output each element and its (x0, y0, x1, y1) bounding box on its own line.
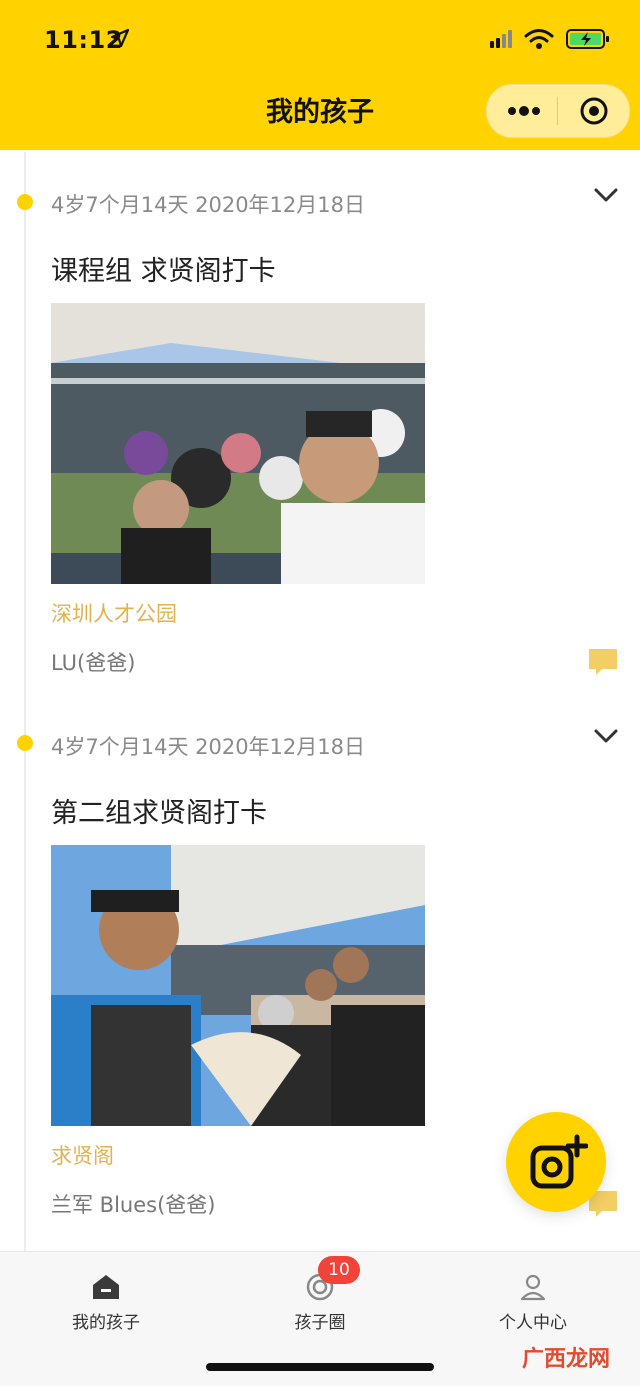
entry-author: LU(爸爸) (51, 651, 136, 675)
entry-location[interactable]: 求贤阁 (51, 1140, 114, 1170)
comment-icon[interactable] (588, 647, 618, 677)
group-photo-image (51, 303, 425, 584)
add-camera-icon (530, 1134, 588, 1189)
tab-child-circle[interactable]: 孩子圈 (240, 1272, 400, 1333)
timeline-line (24, 152, 26, 1252)
miniprogram-capsule (486, 84, 630, 138)
tab-label: 个人中心 (499, 1313, 567, 1333)
entry-photo[interactable] (51, 303, 425, 584)
location-arrow-icon (110, 28, 130, 48)
timeline-dot (17, 735, 33, 751)
home-indicator (206, 1363, 434, 1371)
tab-label: 我的孩子 (72, 1313, 140, 1333)
close-miniprogram-icon[interactable] (579, 96, 609, 126)
notification-badge: 10 (318, 1256, 360, 1284)
home-icon (93, 1275, 119, 1299)
cellular-signal-icon (490, 30, 512, 48)
chevron-down-icon[interactable] (593, 727, 619, 745)
group-photo-image (51, 845, 425, 1126)
entry-photo[interactable] (51, 845, 425, 1126)
entry-age-date: 4岁7个月14天 2020年12月18日 (51, 193, 366, 217)
entry-title: 第二组求贤阁打卡 (51, 798, 267, 829)
wifi-icon (524, 29, 554, 49)
status-indicators (490, 28, 610, 50)
battery-icon (566, 29, 609, 49)
tab-label: 孩子圈 (294, 1313, 346, 1333)
person-icon (520, 1274, 546, 1301)
timeline-dot (17, 194, 33, 210)
header-bar: 11:12 我的孩子 (0, 0, 640, 150)
more-icon[interactable] (507, 102, 541, 120)
entry-location[interactable]: 深圳人才公园 (51, 598, 177, 628)
chevron-down-icon[interactable] (593, 186, 619, 204)
tab-my-child[interactable]: 我的孩子 (26, 1272, 186, 1333)
add-photo-button[interactable] (506, 1112, 606, 1212)
entry-title: 课程组 求贤阁打卡 (51, 256, 276, 287)
tab-profile[interactable]: 个人中心 (453, 1272, 613, 1333)
entry-author: 兰军 Blues(爸爸) (51, 1193, 216, 1217)
entry-age-date: 4岁7个月14天 2020年12月18日 (51, 735, 366, 759)
capsule-divider (557, 97, 558, 125)
watermark-text: 广西龙网 (521, 1347, 610, 1372)
